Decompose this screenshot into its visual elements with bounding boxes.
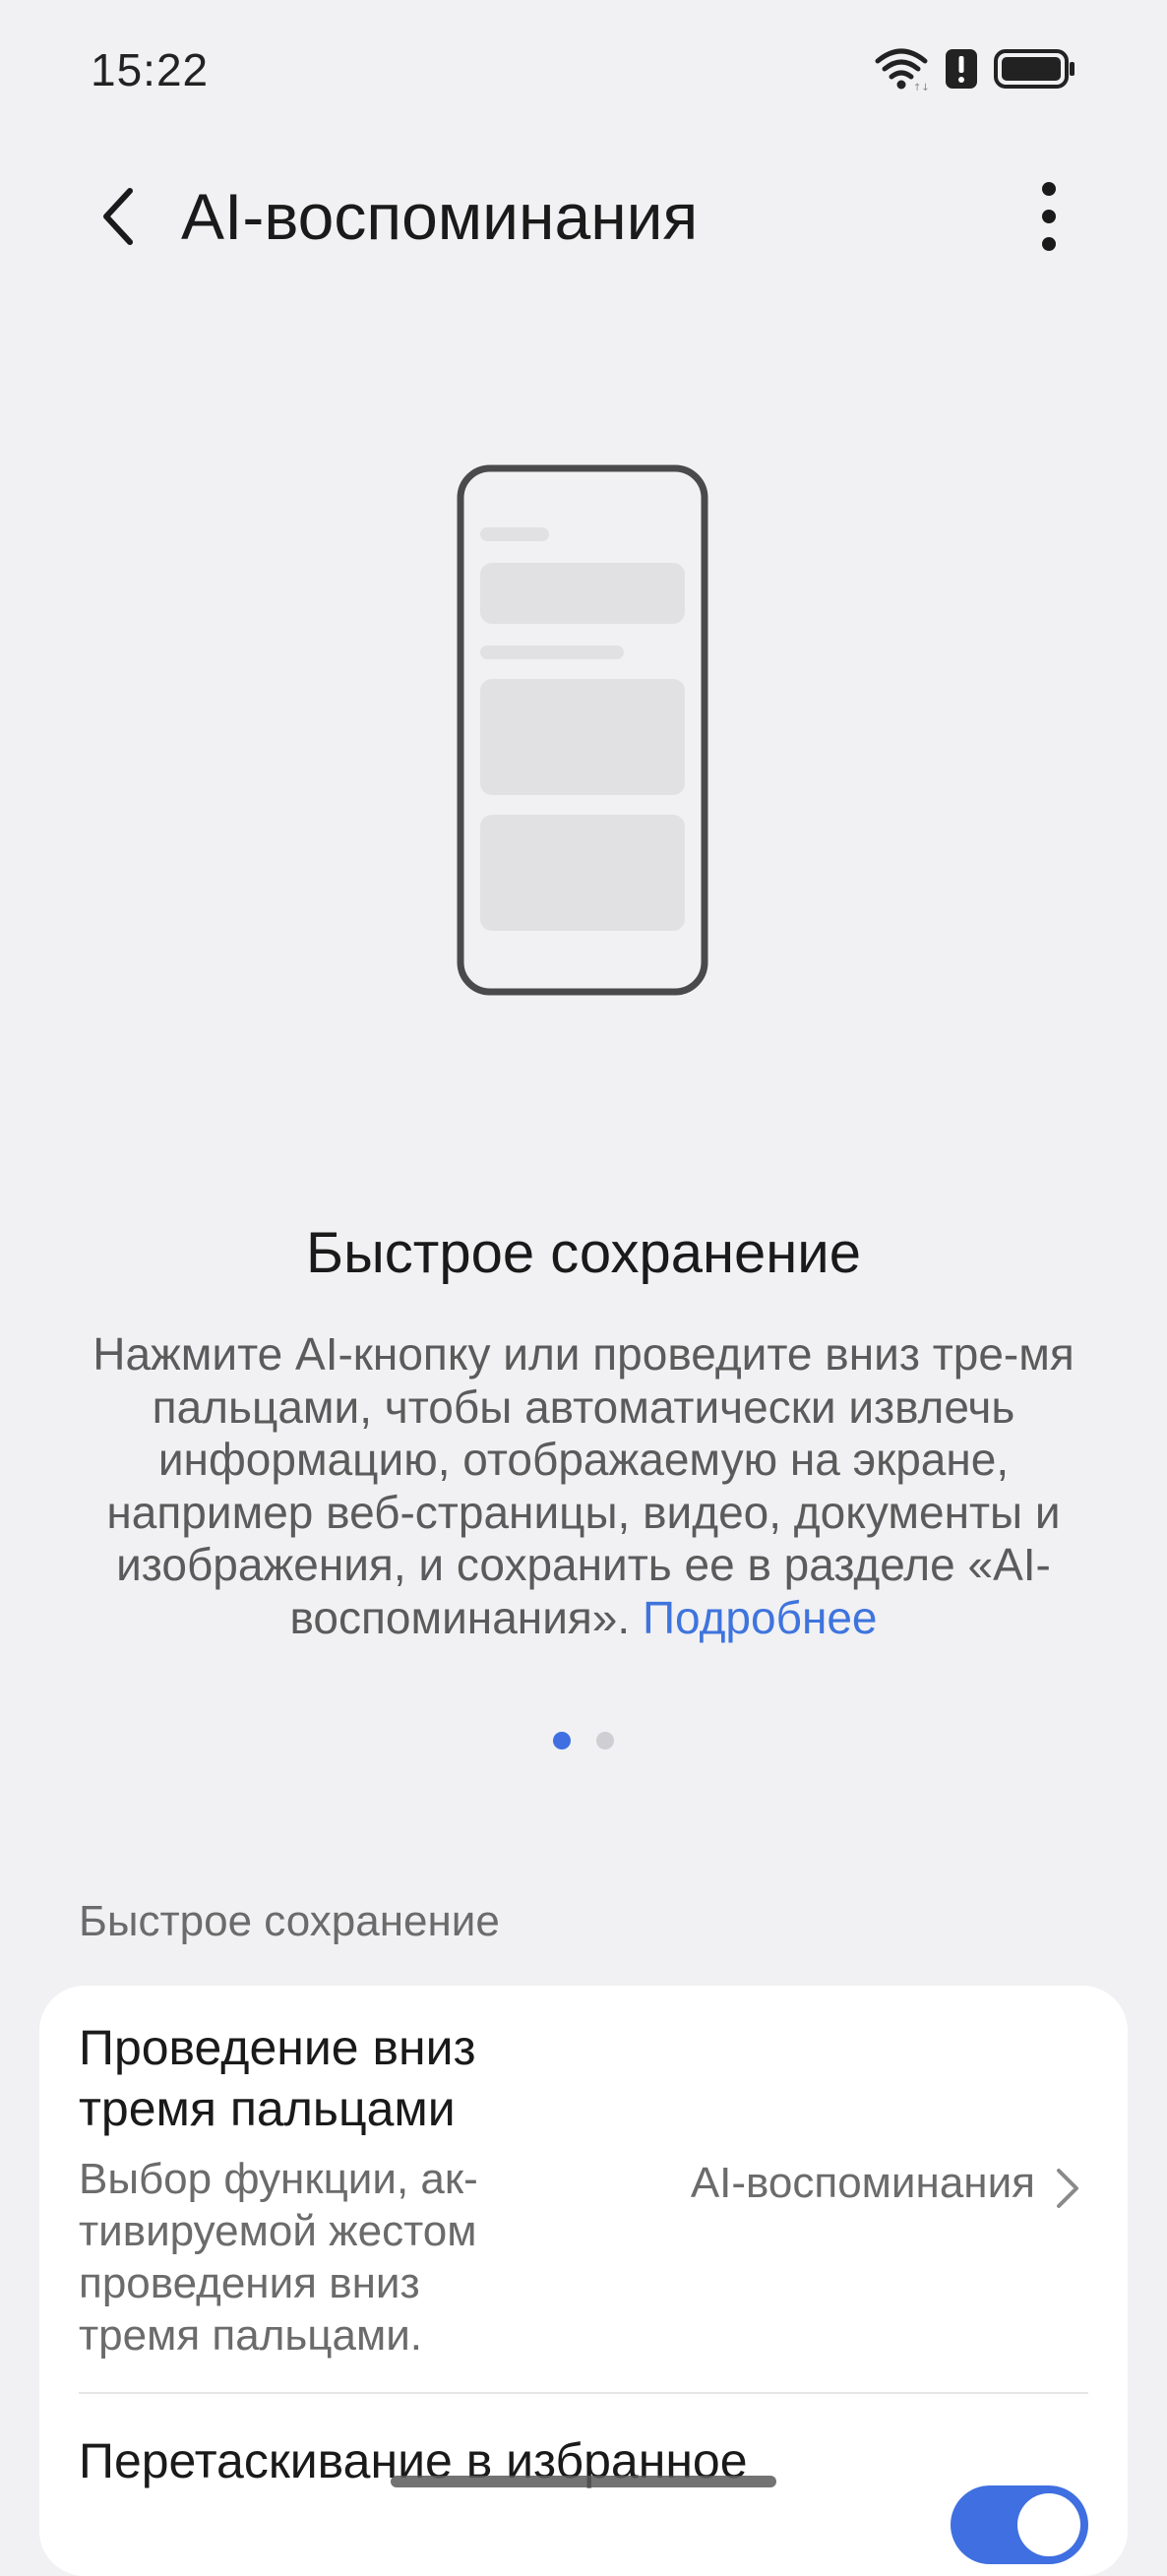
- drag-to-favorites-toggle[interactable]: [951, 2485, 1088, 2564]
- wifi-icon: ↑↓: [874, 47, 930, 95]
- intro-description: Нажмите AI-кнопку или проведите вниз тре…: [79, 1328, 1088, 1644]
- battery-icon: [994, 48, 1076, 94]
- more-vertical-icon: [1042, 182, 1056, 251]
- page-dot[interactable]: [596, 1732, 614, 1749]
- chevron-right-icon: [1057, 2169, 1078, 2208]
- toggle-knob: [1017, 2493, 1080, 2556]
- svg-text:↑↓: ↑↓: [913, 83, 929, 91]
- settings-card: Проведение вниз тремя пальцами Выбор фун…: [39, 1986, 1128, 2576]
- intro-heading: Быстрое сохранение: [306, 1221, 861, 1285]
- three-finger-swipe-title: Проведение вниз тремя пальцами: [79, 2020, 476, 2136]
- status-bar: 15:22 ↑↓: [0, 0, 1167, 148]
- back-arrow-icon: [103, 188, 133, 245]
- alert-icon: [945, 48, 978, 94]
- page-title: AI-воспоминания: [181, 180, 699, 253]
- status-time: 15:22: [91, 44, 210, 95]
- more-options-button[interactable]: [1010, 177, 1088, 256]
- page-dot-active[interactable]: [553, 1732, 571, 1749]
- divider: [79, 2392, 1088, 2394]
- back-button[interactable]: [79, 177, 157, 256]
- home-indicator[interactable]: [391, 2476, 776, 2487]
- section-label: Быстрое сохранение: [79, 1897, 500, 1945]
- app-bar: AI-воспоминания: [0, 157, 1167, 276]
- learn-more-link[interactable]: Подробнее: [643, 1592, 878, 1643]
- status-icons: ↑↓: [874, 47, 1076, 95]
- three-finger-swipe-value: AI-воспоминания: [690, 2159, 1035, 2207]
- intro-description-text: Нажмите AI-кнопку или проведите вниз тре…: [92, 1328, 1075, 1643]
- phone-illustration: [457, 464, 708, 996]
- three-finger-swipe-description: Выбор функции, ак-тивируемой жестом пров…: [79, 2155, 478, 2360]
- page-indicator: [0, 1732, 1167, 1749]
